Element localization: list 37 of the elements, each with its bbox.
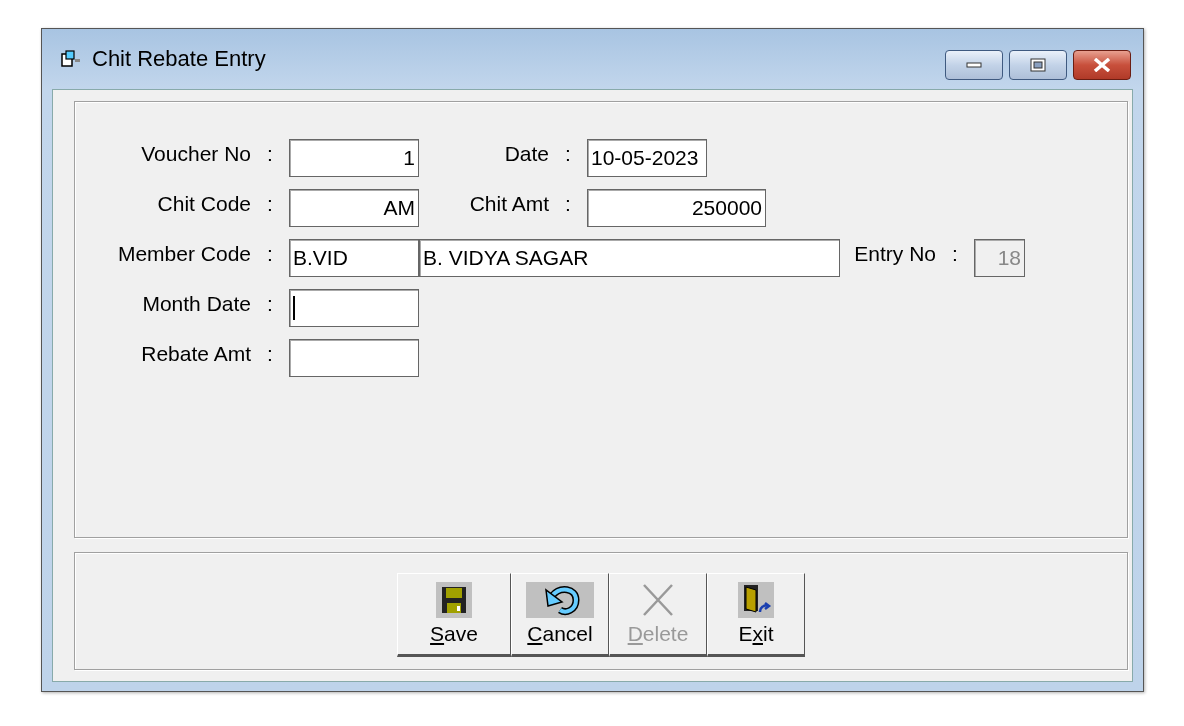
label-colon: : xyxy=(951,242,959,267)
input-field[interactable]: 10-05-2023 xyxy=(587,139,707,177)
minimize-icon xyxy=(966,61,982,69)
window-icon xyxy=(60,50,82,68)
field-label: Member Code xyxy=(116,242,251,267)
close-icon xyxy=(1092,58,1112,72)
input-field[interactable] xyxy=(289,339,419,377)
save-button[interactable]: Save xyxy=(397,573,511,657)
minimize-button[interactable] xyxy=(945,50,1003,80)
input-field[interactable]: 1 xyxy=(289,139,419,177)
cross-icon xyxy=(640,582,676,618)
label-colon: : xyxy=(266,142,274,167)
input-field[interactable] xyxy=(289,289,419,327)
field-label: Date xyxy=(503,142,549,167)
label-colon: : xyxy=(564,192,572,217)
close-button[interactable] xyxy=(1073,50,1131,80)
input-field[interactable]: 250000 xyxy=(587,189,766,227)
input-field[interactable]: B. VIDYA SAGAR xyxy=(419,239,840,277)
door-icon xyxy=(738,582,774,618)
cancel-button[interactable]: Cancel xyxy=(511,573,609,657)
label-colon: : xyxy=(564,142,572,167)
maximize-icon xyxy=(1030,58,1046,72)
window-title: Chit Rebate Entry xyxy=(92,46,267,72)
label-colon: : xyxy=(266,192,274,217)
field-label: Voucher No xyxy=(140,142,251,167)
field-label: Entry No xyxy=(853,242,936,267)
field-label: Month Date xyxy=(141,292,251,317)
label-colon: : xyxy=(266,342,274,367)
label-colon: : xyxy=(266,242,274,267)
label-colon: : xyxy=(266,292,274,317)
maximize-button[interactable] xyxy=(1009,50,1067,80)
exit-button[interactable]: Exit xyxy=(707,573,805,657)
input-field[interactable]: B.VID xyxy=(289,239,419,277)
field-label: Chit Amt xyxy=(468,192,549,217)
field-label: Rebate Amt xyxy=(140,342,251,367)
field-label: Chit Code xyxy=(156,192,251,217)
input-field[interactable]: AM xyxy=(289,189,419,227)
